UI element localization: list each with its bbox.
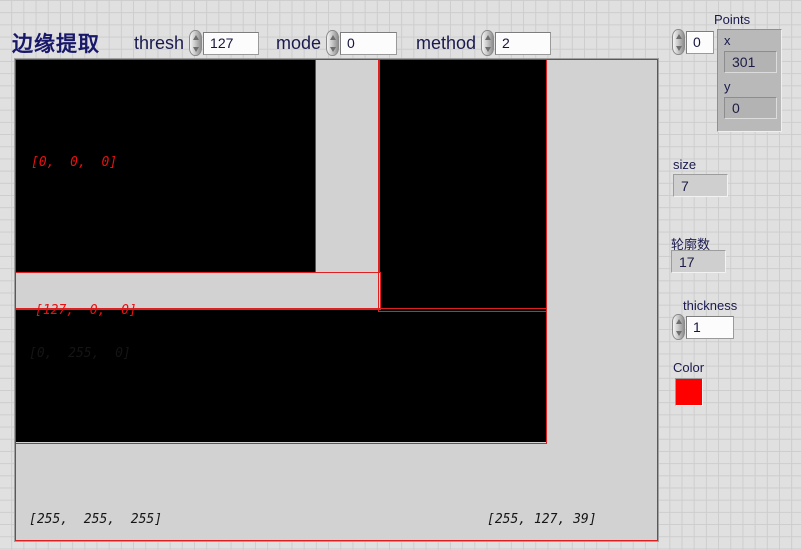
points-index-spinner[interactable] [672,29,685,55]
points-x-value: 301 [724,51,777,73]
points-x-label: x [724,33,731,48]
thickness-input[interactable]: 1 [686,315,734,339]
thresh-label: thresh [134,32,185,53]
method-label: method [416,32,477,53]
page-title: 边缘提取 [12,33,100,56]
points-cluster: x 301 y 0 [717,29,782,132]
method-input[interactable]: 2 [495,31,552,55]
thickness-control[interactable]: 1 [672,314,734,340]
decrement-icon[interactable] [329,46,336,52]
mode-control[interactable]: mode 0 [276,30,398,56]
color-swatch[interactable] [675,378,703,406]
decrement-icon[interactable] [675,45,682,51]
contour-hole-notch [315,59,380,274]
annotation-rgb-1: [127, 0, 0] [35,303,137,318]
contour-outline-lower [15,308,547,444]
decrement-icon[interactable] [192,46,199,52]
mode-spinner[interactable] [326,30,340,56]
mode-input[interactable]: 0 [340,31,398,55]
method-spinner[interactable] [481,30,495,56]
increment-icon[interactable] [675,33,682,39]
increment-icon[interactable] [329,34,336,40]
thickness-spinner[interactable] [672,314,685,340]
annotation-rgb-4: [255, 127, 39] [487,512,597,527]
size-value: 7 [673,174,728,197]
increment-icon[interactable] [675,318,682,324]
points-label: Points [714,12,751,27]
increment-icon[interactable] [484,34,491,40]
decrement-icon[interactable] [675,330,682,336]
annotation-rgb-3: [255, 255, 255] [29,512,163,527]
size-label: size [673,157,697,172]
color-label: Color [673,360,705,375]
increment-icon[interactable] [192,34,199,40]
decrement-icon[interactable] [484,46,491,52]
front-panel: 边缘提取 thresh 127 mode 0 method 2 [0, 0, 0… [0,0,801,550]
points-index-input[interactable]: 0 [686,30,714,54]
thresh-input[interactable]: 127 [203,31,260,55]
points-y-value: 0 [724,97,777,119]
method-control[interactable]: method 2 [416,30,552,56]
points-index-control[interactable]: 0 [672,29,714,55]
thresh-control[interactable]: thresh 127 [134,30,260,56]
contours-value: 17 [671,250,726,273]
contour-outline-top-right [378,59,547,312]
points-y-label: y [724,79,731,94]
annotation-rgb-2: [0, 255, 0] [29,346,131,361]
thickness-label: thickness [683,298,738,313]
annotation-rgb-0: [0, 0, 0] [31,155,118,170]
thresh-spinner[interactable] [189,30,203,56]
image-display[interactable]: [0, 0, 0] [127, 0, 0] [0, 255, 0] [255, … [14,58,659,542]
mode-label: mode [276,32,322,53]
